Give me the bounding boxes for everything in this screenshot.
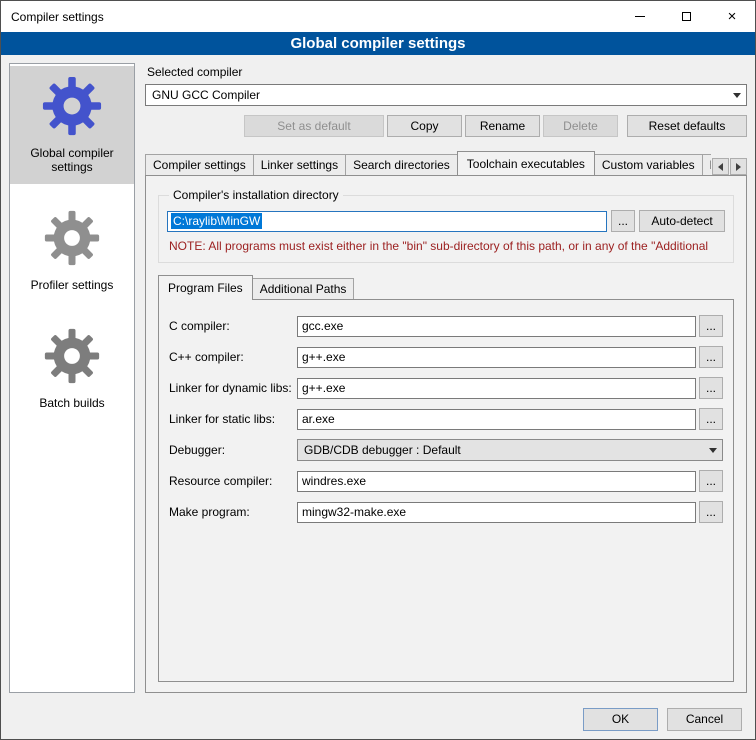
window-title: Compiler settings — [1, 10, 104, 24]
installation-directory-browse-button[interactable]: ... — [611, 210, 635, 232]
close-button[interactable]: × — [709, 1, 755, 32]
compiler-actions: Set as default Copy Rename Delete Reset … — [145, 115, 747, 137]
maximize-button[interactable] — [663, 1, 709, 32]
installation-directory-groupbox: Compiler's installation directory C:\ray… — [158, 188, 734, 263]
linker-dynamic-label: Linker for dynamic libs: — [169, 381, 297, 395]
c-compiler-label: C compiler: — [169, 319, 297, 333]
arrow-left-icon — [718, 163, 723, 171]
field-row-debugger: Debugger: GDB/CDB debugger : Default — [169, 439, 723, 461]
cancel-button[interactable]: Cancel — [667, 708, 742, 731]
delete-button[interactable]: Delete — [543, 115, 618, 137]
field-row-cpp-compiler: C++ compiler: ... — [169, 346, 723, 368]
batch-builds-gear-icon — [14, 324, 130, 388]
chevron-down-icon — [727, 85, 746, 105]
sidebar-item-label: Global compiler settings — [14, 146, 130, 174]
auto-detect-button[interactable]: Auto-detect — [639, 210, 725, 232]
arrow-right-icon — [736, 163, 741, 171]
installation-directory-title: Compiler's installation directory — [169, 188, 343, 202]
field-row-make-program: Make program: ... — [169, 501, 723, 523]
toolchain-executables-panel: Compiler's installation directory C:\ray… — [145, 175, 747, 693]
compiler-settings-window: Compiler settings × Global compiler sett… — [0, 0, 756, 740]
tab-search-directories[interactable]: Search directories — [345, 154, 458, 175]
set-as-default-button[interactable]: Set as default — [244, 115, 384, 137]
cpp-compiler-browse-button[interactable]: ... — [699, 346, 723, 368]
selected-compiler-label: Selected compiler — [147, 65, 747, 79]
selected-compiler-combobox[interactable]: GNU GCC Compiler — [145, 84, 747, 106]
installation-note: NOTE: All programs must exist either in … — [169, 239, 723, 253]
settings-category-list: Global compiler settings Profiler settin… — [9, 63, 135, 693]
tab-compiler-settings[interactable]: Compiler settings — [145, 154, 254, 175]
tab-additional-paths[interactable]: Additional Paths — [252, 278, 355, 299]
debugger-combobox[interactable]: GDB/CDB debugger : Default — [297, 439, 723, 461]
chevron-down-icon — [703, 440, 722, 460]
maximize-icon — [682, 12, 691, 21]
minimize-icon — [635, 16, 645, 17]
tab-scroll-right-button[interactable] — [730, 158, 747, 175]
field-row-resource-compiler: Resource compiler: ... — [169, 470, 723, 492]
resource-compiler-label: Resource compiler: — [169, 474, 297, 488]
rename-button[interactable]: Rename — [465, 115, 540, 137]
dialog-body: Global compiler settings Profiler settin… — [1, 55, 755, 699]
sidebar-item-label: Batch builds — [14, 396, 130, 410]
main-panel: Selected compiler GNU GCC Compiler Set a… — [145, 63, 747, 693]
minimize-button[interactable] — [617, 1, 663, 32]
resource-compiler-browse-button[interactable]: ... — [699, 470, 723, 492]
field-row-linker-dynamic: Linker for dynamic libs: ... — [169, 377, 723, 399]
make-program-browse-button[interactable]: ... — [699, 501, 723, 523]
copy-button[interactable]: Copy — [387, 115, 462, 137]
installation-directory-input[interactable]: C:\raylib\MinGW — [167, 211, 607, 232]
linker-static-input[interactable] — [297, 409, 696, 430]
program-files-tabstrip: Program Files Additional Paths — [158, 275, 734, 299]
tabs-scroll-area: Compiler settings Linker settings Search… — [145, 151, 711, 175]
debugger-value: GDB/CDB debugger : Default — [304, 443, 461, 457]
window-controls: × — [617, 1, 755, 32]
sidebar-item-global-compiler-settings[interactable]: Global compiler settings — [10, 66, 134, 184]
ok-button[interactable]: OK — [583, 708, 658, 731]
c-compiler-input[interactable] — [297, 316, 696, 337]
tab-program-files[interactable]: Program Files — [158, 275, 253, 300]
reset-defaults-button[interactable]: Reset defaults — [627, 115, 747, 137]
sidebar-item-batch-builds[interactable]: Batch builds — [10, 316, 134, 420]
titlebar: Compiler settings × — [1, 1, 755, 32]
sidebar-item-label: Profiler settings — [14, 278, 130, 292]
close-icon: × — [728, 9, 737, 24]
tab-toolchain-executables[interactable]: Toolchain executables — [457, 151, 595, 175]
global-compiler-settings-gear-icon — [14, 74, 130, 138]
tab-linker-settings[interactable]: Linker settings — [253, 154, 346, 175]
settings-tabstrip: Compiler settings Linker settings Search… — [145, 151, 747, 175]
field-row-linker-static: Linker for static libs: ... — [169, 408, 723, 430]
dialog-footer: OK Cancel — [1, 699, 755, 739]
program-files-panel: C compiler: ... C++ compiler: ... Linker… — [158, 299, 734, 682]
linker-static-label: Linker for static libs: — [169, 412, 297, 426]
field-row-c-compiler: C compiler: ... — [169, 315, 723, 337]
tab-custom-variables[interactable]: Custom variables — [594, 154, 703, 175]
linker-dynamic-browse-button[interactable]: ... — [699, 377, 723, 399]
resource-compiler-input[interactable] — [297, 471, 696, 492]
installation-directory-row: C:\raylib\MinGW ... Auto-detect — [167, 210, 725, 232]
debugger-label: Debugger: — [169, 443, 297, 457]
installation-directory-value: C:\raylib\MinGW — [171, 213, 262, 229]
selected-compiler-value: GNU GCC Compiler — [152, 88, 260, 102]
cpp-compiler-label: C++ compiler: — [169, 350, 297, 364]
cpp-compiler-input[interactable] — [297, 347, 696, 368]
linker-static-browse-button[interactable]: ... — [699, 408, 723, 430]
profiler-settings-icon — [14, 206, 130, 270]
dialog-header: Global compiler settings — [1, 32, 755, 55]
tab-scroll-left-button[interactable] — [712, 158, 729, 175]
sidebar-item-profiler-settings[interactable]: Profiler settings — [10, 198, 134, 302]
tab-build-options[interactable]: Build — [702, 154, 711, 175]
make-program-label: Make program: — [169, 505, 297, 519]
c-compiler-browse-button[interactable]: ... — [699, 315, 723, 337]
linker-dynamic-input[interactable] — [297, 378, 696, 399]
make-program-input[interactable] — [297, 502, 696, 523]
